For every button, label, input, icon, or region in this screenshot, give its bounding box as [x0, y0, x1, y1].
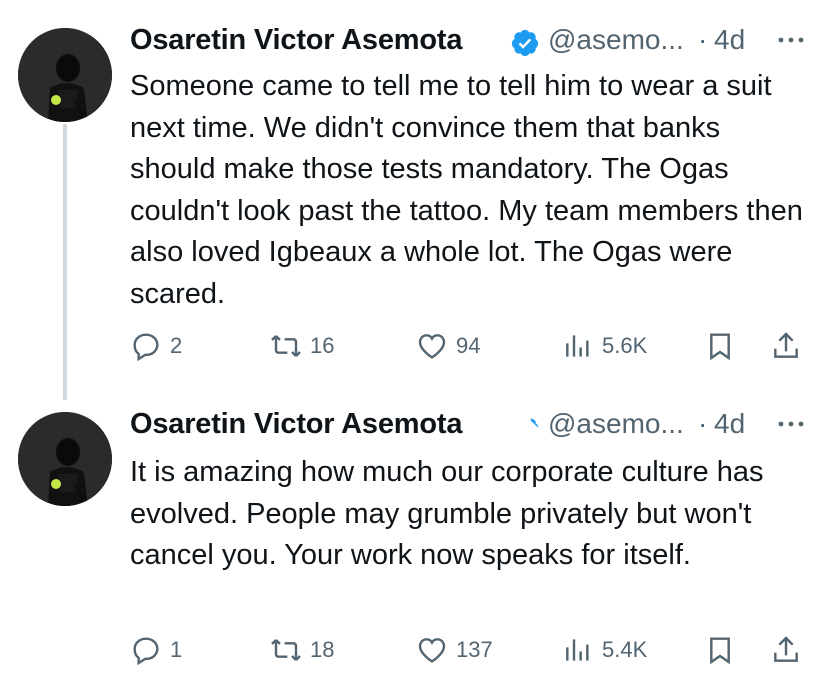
views-icon — [566, 335, 589, 357]
repost-icon — [271, 335, 301, 357]
like-icon — [418, 334, 446, 359]
reply-icon — [133, 637, 159, 666]
tweet-text: Someone came to tell me to tell him to w… — [130, 70, 803, 310]
views-button[interactable]: 5.4K — [562, 630, 647, 670]
share-icon — [774, 332, 798, 358]
reply-count: 2 — [170, 333, 183, 358]
timestamp[interactable]: 4d — [714, 24, 745, 56]
like-count: 137 — [456, 637, 493, 662]
bookmark-icon — [710, 333, 730, 361]
author-name[interactable]: Osaretin Victor Asemota — [130, 408, 462, 441]
reply-button[interactable]: 2 — [130, 326, 182, 366]
like-button[interactable]: 137 — [416, 630, 493, 670]
tweet-text: It is amazing how much our corporate cul… — [130, 456, 764, 571]
repost-icon — [271, 639, 301, 661]
verified-badge-icon — [511, 29, 539, 57]
tweet[interactable]: Osaretin Victor Asemota @asemo... · 4d S… — [0, 0, 828, 400]
repost-button[interactable]: 18 — [270, 630, 334, 670]
timestamp[interactable]: 4d — [714, 408, 745, 440]
author-handle[interactable]: @asemo... — [548, 24, 684, 56]
separator: · — [698, 408, 708, 439]
bookmark-button[interactable] — [704, 630, 736, 670]
views-button[interactable]: 5.6K — [562, 326, 647, 366]
more-icon[interactable] — [776, 414, 806, 434]
reply-button[interactable]: 1 — [130, 630, 182, 670]
avatar[interactable] — [18, 28, 112, 122]
tweet-actions: 1 18 137 5.4K — [130, 630, 810, 670]
verified-badge-icon — [518, 418, 539, 433]
repost-button[interactable]: 16 — [270, 326, 334, 366]
tweet-actions: 2 16 94 5.6K — [130, 326, 810, 366]
bookmark-button[interactable] — [704, 326, 736, 366]
thread-line — [63, 124, 67, 400]
author-handle[interactable]: @asemo... — [548, 408, 684, 440]
tweet-header: Osaretin Victor Asemota @asemo... · 4d — [130, 24, 810, 64]
avatar[interactable] — [18, 412, 112, 506]
share-icon — [774, 636, 798, 662]
tweet-header: Osaretin Victor Asemota @asemo... · 4d — [130, 408, 810, 448]
view-count: 5.4K — [602, 637, 648, 662]
share-button[interactable] — [770, 326, 802, 366]
repost-count: 16 — [310, 333, 335, 358]
bookmark-icon — [710, 637, 730, 665]
view-count: 5.6K — [602, 333, 648, 358]
author-name[interactable]: Osaretin Victor Asemota — [130, 24, 462, 57]
like-button[interactable]: 94 — [416, 326, 480, 366]
share-button[interactable] — [770, 630, 802, 670]
views-icon — [566, 639, 589, 661]
like-count: 94 — [456, 333, 481, 358]
separator: · — [698, 24, 708, 55]
tweet[interactable]: Osaretin Victor Asemota @asemo... · 4d I… — [0, 400, 828, 687]
repost-count: 18 — [310, 637, 335, 662]
reply-count: 1 — [170, 637, 183, 662]
more-icon[interactable] — [776, 30, 806, 50]
like-icon — [418, 638, 446, 663]
reply-icon — [133, 333, 159, 362]
